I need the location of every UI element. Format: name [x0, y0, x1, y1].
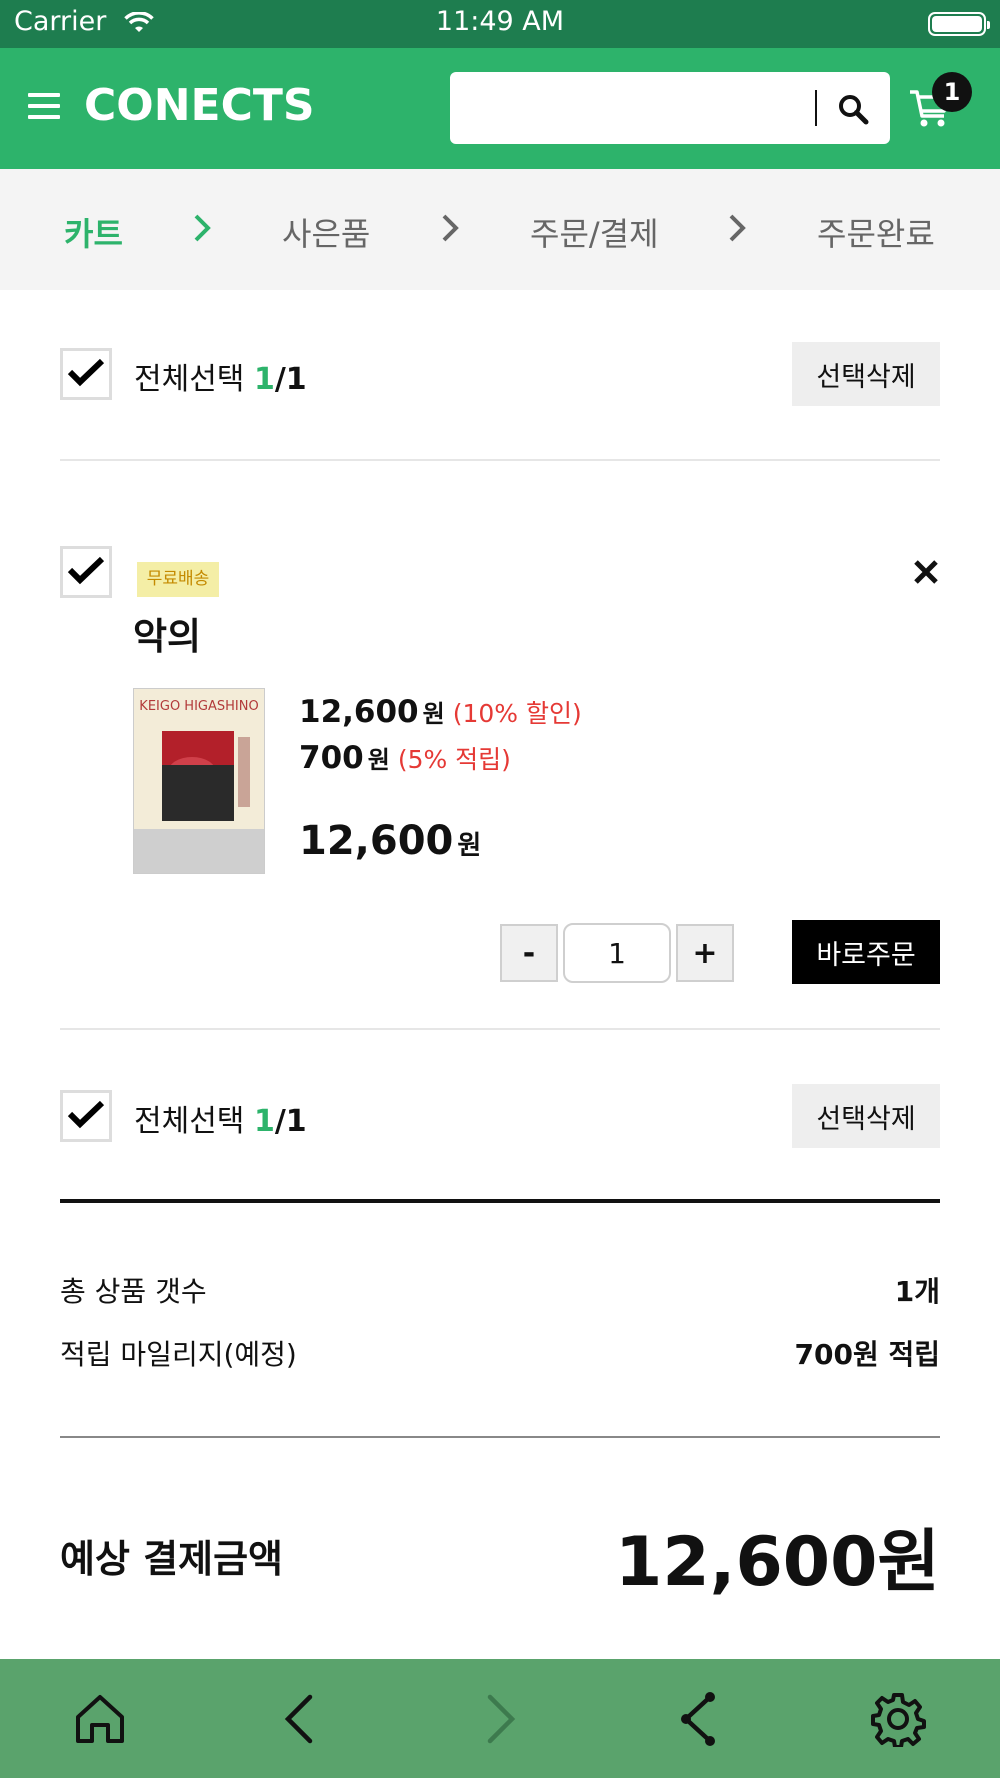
item-title[interactable]: 악의: [133, 606, 201, 660]
select-all-checkbox[interactable]: [60, 348, 112, 400]
cart-item: [60, 546, 112, 598]
discount-note: (10% 할인): [452, 699, 582, 728]
total-count-label: 총 상품 갯수: [60, 1275, 207, 1308]
search-input[interactable]: [464, 84, 848, 134]
checkmark-icon: [67, 358, 105, 387]
price-value: 12,600: [299, 694, 419, 730]
mileage-value: 700원 적립: [794, 1338, 940, 1371]
quantity-increase-button[interactable]: +: [676, 924, 734, 982]
clock: 11:49 AM: [435, 6, 565, 37]
step-gift[interactable]: 사은품: [282, 209, 370, 255]
total-count-value: 1개: [894, 1275, 940, 1308]
points-value: 700: [299, 740, 364, 776]
search-box: [450, 72, 890, 144]
search-caret: [815, 90, 817, 126]
divider: [60, 459, 940, 461]
status-bar: Carrier 11:49 AM: [0, 0, 1000, 48]
mileage-label: 적립 마일리지(예정): [60, 1338, 297, 1371]
bottom-nav-bar: [0, 1659, 1000, 1778]
selected-count: 1: [253, 1104, 275, 1139]
final-price: 12,600 원: [299, 818, 482, 864]
share-icon[interactable]: [672, 1691, 728, 1747]
points-line: 700 원 (5% 적립): [299, 740, 511, 776]
step-cart[interactable]: 카트: [64, 209, 123, 255]
chevron-right-icon: [729, 214, 746, 242]
book-cover-image[interactable]: KEIGO HIGASHINO: [133, 688, 265, 874]
settings-icon[interactable]: [870, 1691, 926, 1747]
buy-now-button[interactable]: 바로주문: [792, 920, 940, 984]
chevron-right-icon: [194, 214, 211, 242]
quantity-input[interactable]: [563, 923, 671, 983]
forward-icon[interactable]: [472, 1691, 528, 1747]
payment-value: 12,600원: [615, 1523, 940, 1602]
select-all-label: 전체선택 1/1: [134, 1104, 307, 1139]
cart-count-badge: 1: [932, 72, 972, 112]
battery-icon: [928, 12, 990, 36]
step-order-complete[interactable]: 주문완료: [817, 209, 935, 255]
free-shipping-badge: 무료배송: [137, 562, 219, 597]
quantity-decrease-button[interactable]: -: [500, 924, 558, 982]
menu-icon[interactable]: [28, 93, 60, 121]
select-all-label: 전체선택 1/1: [134, 362, 307, 397]
item-total: /1: [274, 1104, 307, 1139]
divider: [60, 1199, 940, 1203]
item-checkbox[interactable]: [60, 546, 112, 598]
select-all-row-bottom: 전체선택 1/1 선택삭제: [60, 1084, 940, 1150]
back-icon[interactable]: [272, 1691, 328, 1747]
search-icon[interactable]: [836, 92, 870, 126]
selected-count: 1: [253, 362, 275, 397]
item-total: /1: [274, 362, 307, 397]
checkmark-icon: [67, 1100, 105, 1129]
payment-label: 예상 결제금액: [60, 1537, 283, 1581]
delete-selected-button[interactable]: 선택삭제: [792, 1084, 940, 1148]
home-icon[interactable]: [72, 1691, 128, 1747]
select-all-checkbox[interactable]: [60, 1090, 112, 1142]
price-line: 12,600 원 (10% 할인): [299, 694, 582, 730]
checkmark-icon: [67, 556, 105, 585]
step-order-payment[interactable]: 주문/결제: [530, 209, 659, 255]
chevron-right-icon: [442, 214, 459, 242]
select-all-row-top: 전체선택 1/1 선택삭제: [60, 342, 940, 408]
divider: [60, 1436, 940, 1438]
points-note: (5% 적립): [397, 745, 511, 774]
app-header: CONECTS 1: [0, 48, 1000, 169]
app-logo[interactable]: CONECTS: [84, 80, 315, 131]
divider: [60, 1028, 940, 1030]
cover-author: KEIGO HIGASHINO: [139, 699, 259, 714]
delete-selected-button[interactable]: 선택삭제: [792, 342, 940, 406]
checkout-steps: 카트 사은품 주문/결제 주문완료: [0, 169, 1000, 290]
close-icon[interactable]: [912, 558, 940, 586]
